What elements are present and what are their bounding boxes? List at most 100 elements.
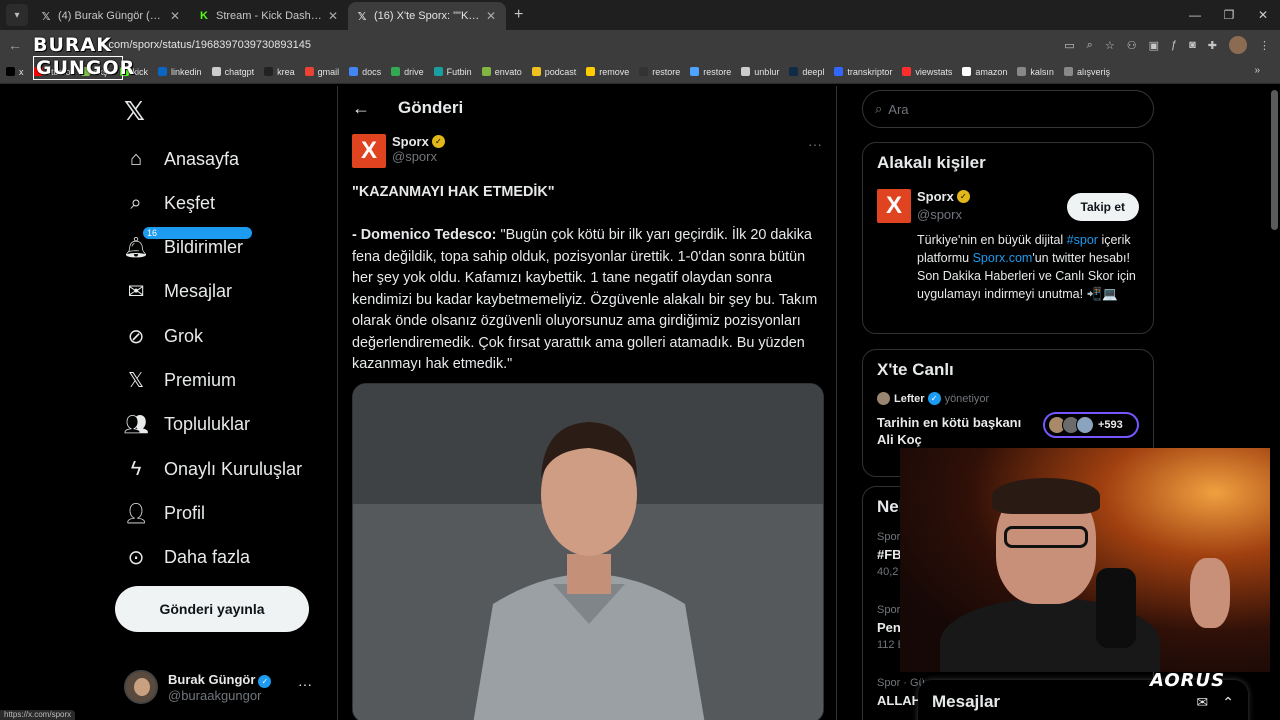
kebab-menu-icon[interactable]: ⋮ [1259,39,1270,52]
bookmark-item[interactable]: deepl [789,67,824,77]
new-message-icon[interactable]: ✉ [1197,694,1209,711]
maximize-icon[interactable]: ❐ [1212,8,1246,22]
url-field[interactable]: x.com/sporx/status/1968397039730893145 [100,33,1064,57]
search-input[interactable] [888,101,1119,117]
image-icon[interactable]: ▣ [1149,39,1159,52]
nav-item-home[interactable]: ⌂ Anasayfa [124,141,239,177]
close-icon[interactable]: ✕ [168,9,182,23]
x-logo-icon[interactable]: 𝕏 [124,96,145,127]
nav-item-grok[interactable]: ⊘ Grok [124,318,203,354]
bookmark-item[interactable]: remove [586,67,629,77]
mail-icon: ✉ [127,281,145,304]
author-name[interactable]: Sporx ✓ [392,134,445,149]
close-icon[interactable]: ✕ [484,9,498,23]
cast-icon[interactable]: ▭ [1064,39,1074,52]
close-icon[interactable]: ✕ [326,9,340,23]
chevron-up-icon[interactable]: ⌃ [1222,694,1234,711]
related-bio: Türkiye'nin en büyük dijital #spor içeri… [917,233,1136,301]
nav-item-communities[interactable]: 👥︎ Topluluklar [123,407,250,443]
nav-item-lightning[interactable]: ϟ Onaylı Kuruluşlar [124,451,302,487]
trend-item[interactable]: Spor #FB 40,2 [877,531,902,578]
related-handle[interactable]: @sporx [917,207,962,222]
follow-button[interactable]: Takip et [1066,193,1139,221]
tab-kick-dashboard[interactable]: K Stream - Kick Dashboard ✕ [190,2,348,30]
bookmark-item[interactable]: kalsın [1017,67,1054,77]
camera-icon[interactable]: ◙ [1189,39,1196,51]
related-user[interactable]: X Sporx ✓ @sporx Takip et Türkiye'nin en … [863,183,1153,333]
bookmark-label: podcast [544,66,577,77]
post-button[interactable]: Gönderi yayınla [115,586,309,632]
puzzle-icon[interactable]: ✚ [1208,39,1217,52]
nav-label: Grok [164,325,204,346]
nav-item-mail[interactable]: ✉ Mesajlar [124,274,232,310]
chevron-right-icon[interactable]: » [1254,65,1260,76]
watermark-line1: BURAK [33,34,112,56]
bookmark-item[interactable]: restore [690,67,731,77]
bookmark-favicon-icon [481,67,491,76]
profile-avatar-icon[interactable] [1229,36,1247,54]
account-name: Burak Güngör ✓ [168,672,272,688]
bookmark-item[interactable]: drive [391,67,424,77]
bookmark-item[interactable]: alışveriş [1063,67,1110,77]
more-icon[interactable]: ··· [808,136,822,152]
scrollbar[interactable] [1271,90,1278,230]
bookmark-item[interactable]: viewstats [902,67,952,77]
account-switcher[interactable]: Burak Güngör ✓ @buraakgungor ··· [124,670,324,704]
page-title: Gönderi [398,98,464,117]
bookmark-label: restore [703,66,732,77]
new-tab-button[interactable]: + [514,6,523,24]
minimize-icon[interactable]: — [1178,8,1212,22]
bookmark-item[interactable]: gmail [304,67,339,77]
tab-title: Stream - Kick Dashboard [216,10,322,22]
zoom-icon[interactable]: ⌕ [1087,39,1093,52]
close-window-icon[interactable]: ✕ [1246,8,1280,22]
bookmark-item[interactable]: krea [264,67,295,77]
browser-tabbar: ▾ 𝕏 (4) Burak Güngör (@buraakgungor) ✕ K… [0,0,1280,30]
space-topic[interactable]: Tarihin en kötü başkanı Ali Koç [877,414,1027,448]
x-icon: 𝕏 [41,10,51,23]
status-bar-url: https://x.com/sporx [0,710,76,720]
verified-badge-icon: ✓ [431,135,445,148]
sporx-logo-icon[interactable]: X [352,134,386,168]
nav-item-x-premium[interactable]: 𝕏 Premium [124,363,236,399]
extension-icon[interactable]: ⚇ [1127,39,1137,52]
tweet-headline: "KAZANMAYI HAK ETMEDİK" [352,184,555,200]
bookmark-item[interactable]: docs [349,67,381,77]
nav-label: Premium [164,370,237,390]
sporx-link[interactable]: Sporx.com [973,251,1033,265]
bookmark-label: x [19,66,24,77]
nav-item-search[interactable]: ⌕ Keşfet [124,185,215,221]
hashtag-link[interactable]: #spor [1067,233,1098,247]
more-circle-icon: ⊙ [127,547,145,570]
bookmark-item[interactable]: x [6,67,24,77]
space-listeners[interactable]: +593 [1043,412,1139,438]
tweet-photo[interactable] [352,383,824,720]
tab-search-button[interactable]: ▾ [6,4,28,26]
more-icon[interactable]: ··· [298,676,312,692]
nav-item-bell[interactable]: 🔔︎ 16 Bildirimler [123,225,254,266]
back-arrow-icon[interactable]: ← [0,37,30,53]
bookmark-item[interactable]: Futbin [433,67,472,77]
bookmark-item[interactable]: transkriptor [834,67,892,77]
sporx-logo-icon[interactable]: X [877,189,911,223]
url-text: x.com/sporx/status/1968397039730893145 [100,39,311,51]
nav-item-more-circle[interactable]: ⊙ Daha fazla [124,540,250,576]
bookmark-item[interactable]: podcast [531,66,577,77]
star-icon[interactable]: ☆ [1105,39,1115,52]
nav-item-profile[interactable]: 👤︎ Profil [123,495,205,531]
bookmark-item[interactable]: unblur [741,67,779,77]
bookmark-item[interactable]: chatgpt [211,67,254,77]
bookmark-label: drive [404,66,424,77]
bookmark-item[interactable]: restore [639,67,680,77]
bookmark-item[interactable]: linkedin [158,67,202,77]
tab-sporx-post[interactable]: 𝕏 (16) X'te Sporx: ""KAZANMAYI HAK ETMED… [348,2,506,30]
bookmark-item[interactable]: envato [481,67,522,77]
related-name[interactable]: Sporx ✓ [917,189,970,204]
author-handle[interactable]: @sporx [392,149,445,164]
tab-burak-profile[interactable]: 𝕏 (4) Burak Güngör (@buraakgungor) ✕ [32,2,190,30]
search-box[interactable]: ⌕ [862,90,1154,128]
bookmark-item[interactable]: amazon [962,67,1007,77]
back-arrow-icon[interactable]: ← [352,98,398,119]
post-author[interactable]: X Sporx ✓ @sporx [352,134,445,168]
script-icon[interactable]: ƒ [1171,39,1177,51]
